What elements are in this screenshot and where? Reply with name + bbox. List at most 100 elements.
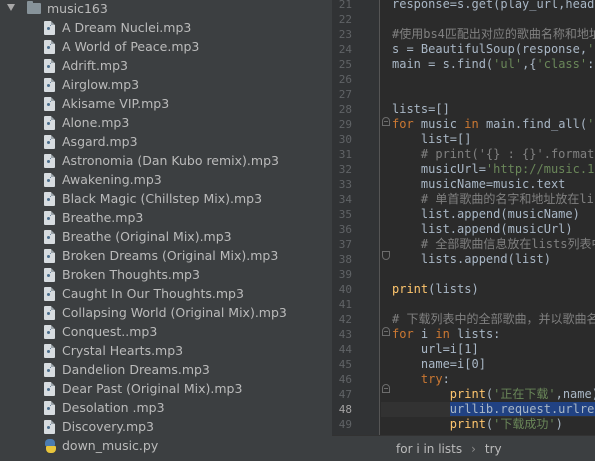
audio-file-icon: [44, 287, 55, 301]
code-line[interactable]: musicUrl='http://music.16: [381, 162, 595, 177]
tree-file-item[interactable]: Akisame VIP.mp3: [0, 95, 332, 114]
tree-file-item[interactable]: A World of Peace.mp3: [0, 38, 332, 57]
code-line[interactable]: main = s.find('ul',{'class':': [381, 57, 595, 72]
tree-file-label: Dear Past (Original Mix).mp3: [62, 381, 243, 396]
tree-file-item[interactable]: Broken Dreams (Original Mix).mp3: [0, 247, 332, 266]
breadcrumb-item-for[interactable]: for i in lists: [381, 442, 462, 456]
tree-file-item[interactable]: Crystal Hearts.mp3: [0, 342, 332, 361]
code-line[interactable]: [381, 297, 595, 312]
code-line[interactable]: [381, 267, 595, 282]
line-number: 41: [338, 298, 352, 311]
code-line[interactable]: name=i[0]: [381, 357, 595, 372]
line-number: 49: [338, 418, 352, 431]
tree-file-item[interactable]: Awakening.mp3: [0, 171, 332, 190]
tree-file-item[interactable]: Collapsing World (Original Mix).mp3: [0, 304, 332, 323]
line-number: 33: [338, 178, 352, 191]
tree-file-item[interactable]: Black Magic (Chillstep Mix).mp3: [0, 190, 332, 209]
code-line[interactable]: # 全部歌曲信息放在lists列表中: [381, 237, 595, 252]
tree-file-item[interactable]: Breathe (Original Mix).mp3: [0, 228, 332, 247]
audio-file-icon: [44, 97, 55, 111]
tree-folder-music163[interactable]: music163: [0, 0, 332, 19]
line-number: 34: [338, 193, 352, 206]
tree-file-label: Desolation .mp3: [62, 400, 165, 415]
audio-file-icon: [44, 211, 55, 225]
tree-file-label: A Dream Nuclei.mp3: [62, 20, 192, 35]
tree-file-item[interactable]: Adrift.mp3: [0, 57, 332, 76]
audio-file-icon: [44, 306, 55, 320]
code-line[interactable]: print('下载成功'): [381, 417, 595, 432]
tree-file-item[interactable]: A Dream Nuclei.mp3: [0, 19, 332, 38]
code-line[interactable]: #使用bs4匹配出对应的歌曲名称和地址: [381, 27, 595, 42]
tree-file-item[interactable]: Astronomia (Dan Kubo remix).mp3: [0, 152, 332, 171]
code-editor[interactable]: response=s.get(play_url,heade #使用bs4匹配出对应…: [381, 0, 595, 435]
audio-file-icon: [44, 382, 55, 396]
tree-file-label: Asgard.mp3: [62, 134, 138, 149]
tree-file-item[interactable]: Caught In Our Thoughts.mp3: [0, 285, 332, 304]
tree-file-item[interactable]: Desolation .mp3: [0, 399, 332, 418]
code-line[interactable]: url=i[1]: [381, 342, 595, 357]
tree-file-item[interactable]: Asgard.mp3: [0, 133, 332, 152]
breadcrumb-separator: ›: [471, 441, 476, 456]
code-line[interactable]: lists=[]: [381, 102, 595, 117]
line-number: 29: [338, 118, 352, 131]
tree-file-item[interactable]: Discovery.mp3: [0, 418, 332, 437]
code-line[interactable]: # print('{} : {}'.format(: [381, 147, 595, 162]
python-file-icon: [44, 439, 57, 453]
code-line[interactable]: s = BeautifulSoup(response,'l: [381, 42, 595, 57]
audio-file-icon: [44, 420, 55, 434]
tree-file-label: Dandelion Dreams.mp3: [62, 362, 210, 377]
code-line[interactable]: [381, 87, 595, 102]
tree-file-item[interactable]: Breathe.mp3: [0, 209, 332, 228]
tree-file-label: Collapsing World (Original Mix).mp3: [62, 305, 287, 320]
expand-arrow-icon[interactable]: [7, 4, 15, 11]
code-line[interactable]: # 下载列表中的全部歌曲，并以歌曲名: [381, 312, 595, 327]
code-line[interactable]: list.append(musicUrl): [381, 222, 595, 237]
code-line[interactable]: response=s.get(play_url,heade: [381, 0, 595, 12]
tree-file-item[interactable]: Airglow.mp3: [0, 76, 332, 95]
code-line[interactable]: urllib.request.urlret: [381, 402, 595, 417]
code-line[interactable]: [381, 72, 595, 87]
code-line[interactable]: print('正在下载',name): [381, 387, 595, 402]
line-number: 24: [338, 43, 352, 56]
code-line[interactable]: list=[]: [381, 132, 595, 147]
breadcrumb: for i in lists › try: [381, 435, 595, 461]
line-number: 43: [338, 328, 352, 341]
code-line[interactable]: try:: [381, 372, 595, 387]
tree-file-item[interactable]: Conquest..mp3: [0, 323, 332, 342]
code-line[interactable]: for music in main.find_all('a: [381, 117, 595, 132]
breadcrumb-item-try[interactable]: try: [485, 442, 502, 456]
audio-file-icon: [44, 21, 55, 35]
line-number: 44: [338, 343, 352, 356]
folder-icon: [27, 1, 41, 14]
code-line[interactable]: print(lists): [381, 282, 595, 297]
code-line[interactable]: [381, 12, 595, 27]
tree-file-item[interactable]: Broken Thoughts.mp3: [0, 266, 332, 285]
line-number: 39: [338, 268, 352, 281]
audio-file-icon: [44, 59, 55, 73]
breadcrumb-gutter: [332, 435, 381, 461]
line-number: 22: [338, 13, 352, 26]
tree-file-item[interactable]: Alone.mp3: [0, 114, 332, 133]
audio-file-icon: [44, 78, 55, 92]
line-number: 32: [338, 163, 352, 176]
code-line[interactable]: lists.append(list): [381, 252, 595, 267]
code-line[interactable]: # 单首歌曲的名字和地址放在lis: [381, 192, 595, 207]
audio-file-icon: [44, 344, 55, 358]
project-tree: music163 A Dream Nuclei.mp3 A World of Pe…: [0, 0, 332, 461]
folder-label: music163: [47, 1, 108, 16]
line-number: 36: [338, 223, 352, 236]
audio-file-icon: [44, 116, 55, 130]
code-line[interactable]: musicName=music.text: [381, 177, 595, 192]
tree-file-item[interactable]: Dear Past (Original Mix).mp3: [0, 380, 332, 399]
tree-file-label: Airglow.mp3: [62, 77, 140, 92]
tree-file-label: Breathe.mp3: [62, 210, 144, 225]
line-number: 31: [338, 148, 352, 161]
line-number: 37: [338, 238, 352, 251]
line-number: 23: [338, 28, 352, 41]
tree-file-label: Alone.mp3: [62, 115, 130, 130]
code-line[interactable]: for i in lists:: [381, 327, 595, 342]
code-line[interactable]: list.append(musicName): [381, 207, 595, 222]
line-number: 42: [338, 313, 352, 326]
tree-file-item[interactable]: down_music.py: [0, 437, 332, 456]
tree-file-item[interactable]: Dandelion Dreams.mp3: [0, 361, 332, 380]
